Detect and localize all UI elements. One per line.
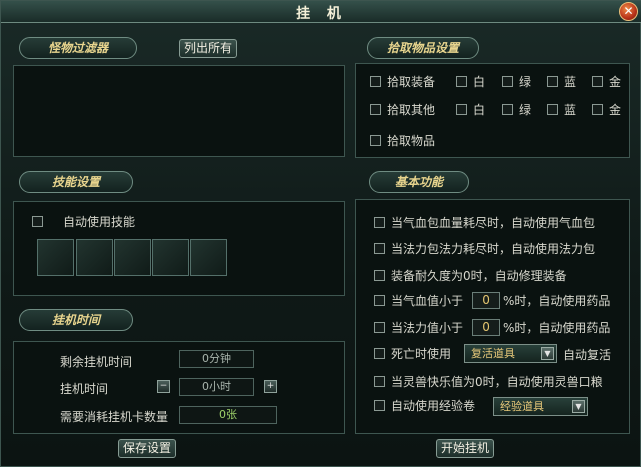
auto-mp-pack-row: 当法力包法力耗尽时，自动使用法力包: [374, 240, 595, 257]
death-checkbox[interactable]: [374, 348, 385, 359]
skills-badge: 技能设置: [19, 171, 133, 193]
exp-scroll-checkbox[interactable]: [374, 400, 385, 411]
remaining-time-field: 0分钟: [179, 350, 254, 368]
pickup-equipment-row: 拾取装备: [370, 73, 435, 90]
mp-threshold-prefix: 当法力值小于: [391, 321, 464, 335]
decrease-icon[interactable]: −: [157, 380, 170, 393]
pickup-items-row: 拾取物品: [370, 132, 435, 149]
checkbox[interactable]: [592, 104, 603, 115]
save-settings-button[interactable]: 保存设置: [118, 439, 176, 458]
list-all-button[interactable]: 列出所有: [179, 39, 237, 58]
pickup-equipment-green[interactable]: 绿: [502, 73, 531, 90]
afk-time-field[interactable]: 0小时: [179, 378, 254, 396]
mp-threshold-checkbox[interactable]: [374, 322, 385, 333]
checkbox[interactable]: [456, 76, 467, 87]
auto-repair-row: 装备耐久度为0时，自动修理装备: [374, 267, 567, 284]
start-afk-button[interactable]: 开始挂机: [436, 439, 494, 458]
hp-threshold-suffix: %时，自动使用药品: [503, 294, 611, 308]
death-row: 死亡时使用: [374, 345, 451, 362]
pet-food-checkbox[interactable]: [374, 376, 385, 387]
pickup-other-white[interactable]: 白: [456, 101, 485, 118]
revive-item-value: 复活道具: [471, 347, 515, 360]
checkbox[interactable]: [456, 104, 467, 115]
pickup-other-label: 拾取其他: [387, 103, 436, 117]
basic-badge: 基本功能: [369, 171, 469, 193]
skill-slot-4[interactable]: [152, 239, 189, 276]
afk-time-badge: 挂机时间: [19, 309, 133, 331]
auto-mp-pack-checkbox[interactable]: [374, 243, 385, 254]
pickup-equipment-label: 拾取装备: [387, 75, 436, 89]
quality-blue-label: 蓝: [564, 103, 577, 117]
auto-skill-checkbox[interactable]: [32, 216, 43, 227]
exp-scroll-label: 自动使用经验卷: [391, 399, 476, 413]
auto-repair-label: 装备耐久度为0时，自动修理装备: [391, 269, 567, 283]
checkbox[interactable]: [547, 104, 558, 115]
card-count-label: 需要消耗挂机卡数量: [60, 410, 169, 424]
auto-mp-pack-label: 当法力包法力耗尽时，自动使用法力包: [391, 242, 596, 256]
quality-green-label: 绿: [519, 75, 532, 89]
skill-slot-1[interactable]: [37, 239, 74, 276]
checkbox[interactable]: [592, 76, 603, 87]
checkbox[interactable]: [502, 104, 513, 115]
skill-slot-5[interactable]: [190, 239, 227, 276]
pickup-other-row: 拾取其他: [370, 101, 435, 118]
quality-white-label: 白: [473, 103, 486, 117]
chevron-down-icon[interactable]: ▼: [572, 400, 585, 413]
pickup-other-green[interactable]: 绿: [502, 101, 531, 118]
hp-threshold-input[interactable]: 0: [472, 292, 501, 309]
auto-repair-checkbox[interactable]: [374, 270, 385, 281]
auto-hp-pack-label: 当气血包血量耗尽时，自动使用气血包: [391, 216, 596, 230]
pickup-items-label: 拾取物品: [387, 134, 436, 148]
mp-threshold-row: 当法力值小于 0 %时，自动使用药品: [374, 319, 610, 336]
pet-food-label: 当灵兽快乐值为0时，自动使用灵兽口粮: [391, 375, 603, 389]
exp-item-value: 经验道具: [500, 400, 544, 413]
pickup-equipment-checkbox[interactable]: [370, 76, 381, 87]
chevron-down-icon[interactable]: ▼: [541, 347, 554, 360]
auto-revive-label: 自动复活: [563, 348, 612, 362]
monster-filter-badge: 怪物过滤器: [19, 37, 137, 59]
quality-blue-label: 蓝: [564, 75, 577, 89]
exp-item-select[interactable]: 经验道具 ▼: [493, 397, 588, 416]
pickup-items-checkbox[interactable]: [370, 135, 381, 146]
mp-threshold-suffix: %时，自动使用药品: [503, 321, 611, 335]
close-icon[interactable]: ✕: [619, 2, 638, 21]
monster-filter-panel: [13, 65, 345, 157]
quality-gold-label: 金: [609, 103, 622, 117]
window-title: 挂 机: [296, 6, 347, 22]
pickup-other-gold[interactable]: 金: [592, 101, 621, 118]
pickup-badge: 拾取物品设置: [367, 37, 479, 59]
quality-green-label: 绿: [519, 103, 532, 117]
auto-skill-row: 自动使用技能: [32, 213, 135, 230]
remaining-time-label: 剩余挂机时间: [60, 355, 133, 369]
checkbox[interactable]: [547, 76, 558, 87]
afk-time-label: 挂机时间: [60, 382, 109, 396]
death-label: 死亡时使用: [391, 347, 452, 361]
hp-threshold-prefix: 当气血值小于: [391, 294, 464, 308]
revive-item-select[interactable]: 复活道具 ▼: [464, 344, 557, 363]
auto-skill-label: 自动使用技能: [63, 215, 136, 229]
hp-threshold-checkbox[interactable]: [374, 295, 385, 306]
mp-threshold-input[interactable]: 0: [472, 319, 501, 336]
afk-window: 挂 机 ✕ 怪物过滤器 列出所有 拾取物品设置 拾取装备 白 绿 蓝 金 拾取其…: [0, 0, 641, 467]
quality-white-label: 白: [473, 75, 486, 89]
pet-food-row: 当灵兽快乐值为0时，自动使用灵兽口粮: [374, 373, 603, 390]
auto-hp-pack-checkbox[interactable]: [374, 217, 385, 228]
pickup-equipment-white[interactable]: 白: [456, 73, 485, 90]
skill-slot-2[interactable]: [76, 239, 113, 276]
skill-slot-3[interactable]: [114, 239, 151, 276]
pickup-other-blue[interactable]: 蓝: [547, 101, 576, 118]
card-count-field: 0张: [179, 406, 277, 424]
checkbox[interactable]: [502, 76, 513, 87]
pickup-equipment-blue[interactable]: 蓝: [547, 73, 576, 90]
pickup-equipment-gold[interactable]: 金: [592, 73, 621, 90]
exp-scroll-row: 自动使用经验卷: [374, 397, 475, 414]
auto-hp-pack-row: 当气血包血量耗尽时，自动使用气血包: [374, 214, 595, 231]
pickup-other-checkbox[interactable]: [370, 104, 381, 115]
increase-icon[interactable]: +: [264, 380, 277, 393]
quality-gold-label: 金: [609, 75, 622, 89]
hp-threshold-row: 当气血值小于 0 %时，自动使用药品: [374, 292, 610, 309]
